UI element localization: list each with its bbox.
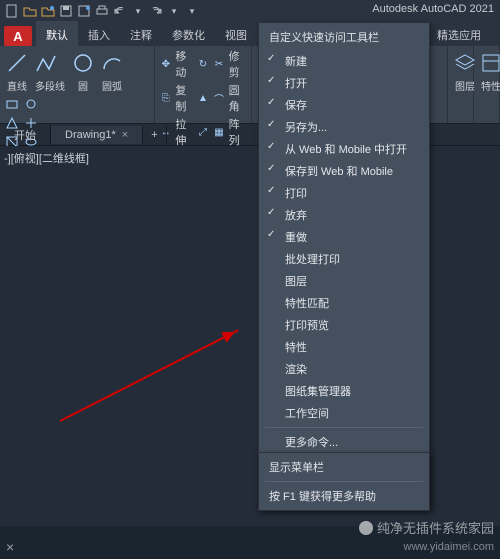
chevron-down-icon[interactable]: ▾ xyxy=(130,3,146,19)
watermark-text: 纯净无插件系统家园 xyxy=(359,518,494,537)
menu-item-layer[interactable]: 图层 xyxy=(259,270,429,292)
quick-access-toolbar: ▾ ▾ ▾ Autodesk AutoCAD 2021 xyxy=(0,0,500,22)
menu-title: 自定义快速访问工具栏 xyxy=(259,26,429,50)
menu-item-open[interactable]: 打开 xyxy=(259,72,429,94)
ribbon-tab-default[interactable]: 默认 xyxy=(36,21,78,46)
menu-item-batch-plot[interactable]: 批处理打印 xyxy=(259,248,429,270)
fillet-icon[interactable]: ⌒ xyxy=(212,90,225,106)
menu-item-sheetset[interactable]: 图纸集管理器 xyxy=(259,380,429,402)
qat-print-icon[interactable] xyxy=(94,3,110,19)
arc-button[interactable]: 圆弧 xyxy=(99,48,125,93)
menu-item-plot-preview[interactable]: 打印预览 xyxy=(259,314,429,336)
command-close-icon[interactable]: × xyxy=(6,539,14,555)
line-label: 直线 xyxy=(4,78,30,93)
submenu-item-show-menubar[interactable]: 显示菜单栏 xyxy=(259,456,429,478)
app-title: Autodesk AutoCAD 2021 xyxy=(372,3,494,15)
menu-item-open-web[interactable]: 从 Web 和 Mobile 中打开 xyxy=(259,138,429,160)
properties-label: 特性 xyxy=(478,78,500,93)
scale-icon[interactable]: ⤢ xyxy=(196,124,209,140)
circle-icon xyxy=(70,48,96,78)
qat-redo-icon[interactable] xyxy=(148,3,164,19)
panel-layers: 图层 xyxy=(448,46,474,123)
rotate-icon[interactable]: ↻ xyxy=(196,56,209,72)
properties-icon xyxy=(478,48,500,78)
panel-modify: ✥移动 ↻ ✂修剪 ⎘复制 ▲ ⌒圆角 ↔拉伸 ⤢ ▦阵列 xyxy=(155,46,251,123)
draw-misc-icon[interactable] xyxy=(23,96,39,112)
menu-separator xyxy=(265,427,423,428)
watermark-icon xyxy=(359,521,373,535)
qat-open-web-icon[interactable] xyxy=(40,3,56,19)
menu-item-saveas[interactable]: 另存为... xyxy=(259,116,429,138)
menu-item-redo[interactable]: 重做 xyxy=(259,226,429,248)
panel-properties: 特性 xyxy=(474,46,500,123)
qat-save-web-icon[interactable] xyxy=(76,3,92,19)
qat-open-icon[interactable] xyxy=(22,3,38,19)
menu-item-matchprop[interactable]: 特性匹配 xyxy=(259,292,429,314)
ribbon-tab-view[interactable]: 视图 xyxy=(215,21,257,46)
fillet-label: 圆角 xyxy=(229,82,247,114)
qat-save-icon[interactable] xyxy=(58,3,74,19)
line-button[interactable]: 直线 xyxy=(4,48,30,93)
circle-label: 圆 xyxy=(70,78,96,93)
ribbon-tab-insert[interactable]: 插入 xyxy=(78,21,120,46)
array-icon[interactable]: ▦ xyxy=(212,124,225,140)
app-logo[interactable]: A xyxy=(4,26,32,46)
watermark-url: www.yidaimei.com xyxy=(404,541,494,553)
draw-misc-icon[interactable] xyxy=(4,96,20,112)
move-icon[interactable]: ✥ xyxy=(159,56,172,72)
trim-label: 修剪 xyxy=(229,48,247,80)
ribbon-tab-parametric[interactable]: 参数化 xyxy=(162,21,215,46)
new-tab-button[interactable]: + xyxy=(143,126,166,144)
qat-dropdown-icon[interactable]: ▾ xyxy=(184,3,200,19)
close-icon[interactable]: × xyxy=(122,129,128,141)
menu-separator xyxy=(265,481,423,482)
mirror-icon[interactable]: ▲ xyxy=(196,90,209,106)
panel-draw: 直线 多段线 圆 圆弧 xyxy=(0,46,155,123)
file-tab-label: 开始 xyxy=(14,127,36,143)
polyline-icon xyxy=(33,48,59,78)
file-tab-label: Drawing1* xyxy=(65,129,116,141)
copy-label: 复制 xyxy=(175,82,193,114)
menu-item-print[interactable]: 打印 xyxy=(259,182,429,204)
tooltip-submenu: 显示菜单栏 按 F1 键获得更多帮助 xyxy=(258,452,430,511)
copy-icon[interactable]: ⎘ xyxy=(159,90,172,106)
submenu-item-f1-help[interactable]: 按 F1 键获得更多帮助 xyxy=(259,485,429,507)
menu-item-properties[interactable]: 特性 xyxy=(259,336,429,358)
move-label: 移动 xyxy=(175,48,193,80)
qat-undo-icon[interactable] xyxy=(112,3,128,19)
ribbon-tab-annotate[interactable]: 注释 xyxy=(120,21,162,46)
menu-item-undo[interactable]: 放弃 xyxy=(259,204,429,226)
circle-button[interactable]: 圆 xyxy=(70,48,96,93)
menu-item-new[interactable]: 新建 xyxy=(259,50,429,72)
menu-item-more-commands[interactable]: 更多命令... xyxy=(259,431,429,453)
qat-customize-menu: 自定义快速访问工具栏 新建 打开 保存 另存为... 从 Web 和 Mobil… xyxy=(258,22,430,508)
arc-label: 圆弧 xyxy=(99,78,125,93)
menu-item-workspace[interactable]: 工作空间 xyxy=(259,402,429,424)
arc-icon xyxy=(99,48,125,78)
menu-item-save[interactable]: 保存 xyxy=(259,94,429,116)
polyline-label: 多段线 xyxy=(33,78,67,93)
line-icon xyxy=(4,48,30,78)
file-tab-drawing[interactable]: Drawing1* × xyxy=(51,126,143,144)
polyline-button[interactable]: 多段线 xyxy=(33,48,67,93)
properties-button[interactable]: 特性 xyxy=(478,48,500,93)
ribbon-tab-featured[interactable]: 精选应用 xyxy=(427,21,491,46)
menu-item-render[interactable]: 渲染 xyxy=(259,358,429,380)
trim-icon[interactable]: ✂ xyxy=(212,56,225,72)
stretch-label: 拉伸 xyxy=(175,116,193,148)
viewport-label[interactable]: -][俯视][二维线框] xyxy=(4,150,89,166)
file-tab-start[interactable]: 开始 xyxy=(0,124,51,146)
menu-item-save-web[interactable]: 保存到 Web 和 Mobile xyxy=(259,160,429,182)
qat-new-icon[interactable] xyxy=(4,3,20,19)
chevron-down-icon[interactable]: ▾ xyxy=(166,3,182,19)
array-label: 阵列 xyxy=(229,116,247,148)
